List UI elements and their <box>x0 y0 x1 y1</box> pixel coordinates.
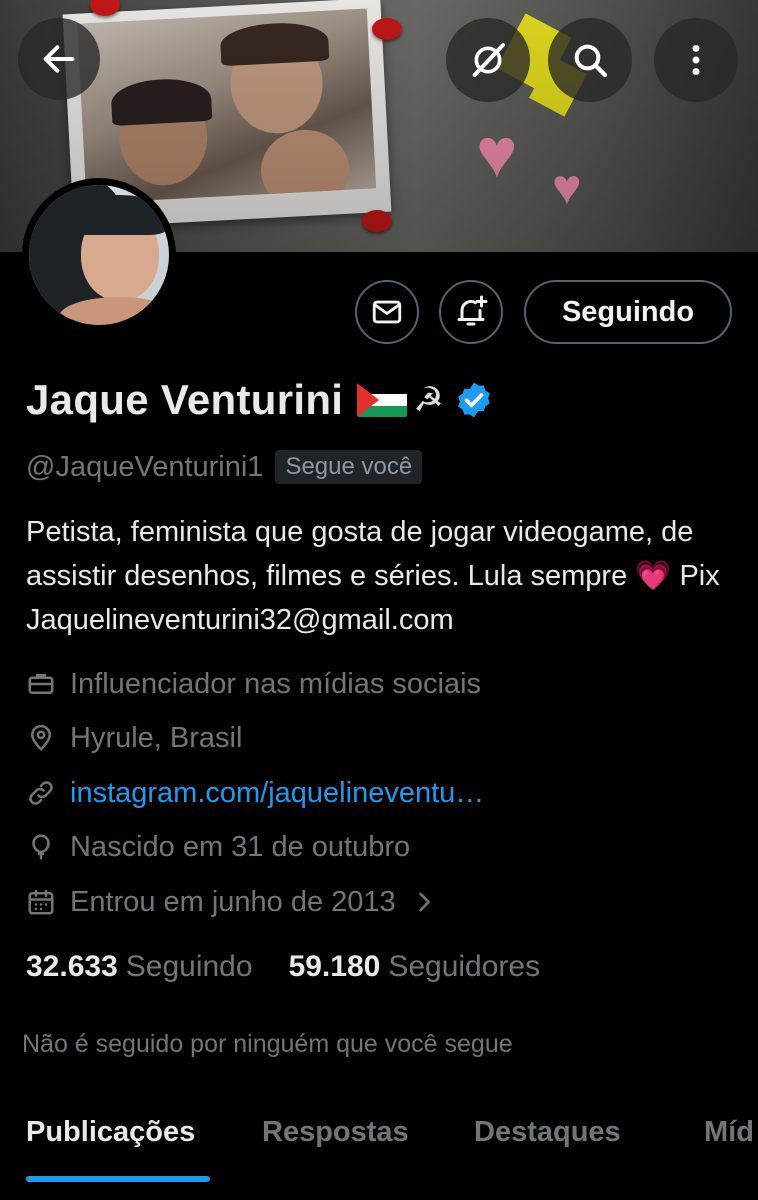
profile-joined[interactable]: Entrou em junho de 2013 <box>26 882 438 922</box>
birthday-text: Nascido em 31 de outubro <box>70 830 411 863</box>
grok-icon <box>472 43 505 77</box>
chevron-right-icon <box>418 892 430 912</box>
verified-badge-icon <box>457 382 490 418</box>
active-tab-indicator <box>26 1176 210 1182</box>
arrow-left-icon <box>43 45 75 73</box>
more-vertical-icon <box>692 44 700 76</box>
profile-birthday: Nascido em 31 de outubro <box>26 827 410 867</box>
more-button[interactable] <box>654 18 738 102</box>
search-icon <box>574 44 608 78</box>
tab-publicacoes[interactable]: Publicações <box>26 1116 195 1149</box>
website-link[interactable]: instagram.com/jaquelineventu… <box>70 777 484 810</box>
profile-tabs: Publicações Respostas Destaques Míd <box>0 1096 758 1200</box>
briefcase-icon <box>26 669 56 699</box>
location-text: Hyrule, Brasil <box>70 721 243 754</box>
following-count: 32.633 <box>26 950 118 983</box>
follow-stats: 32.633 Seguindo 59.180 Seguidores <box>26 946 540 988</box>
notifications-button[interactable] <box>439 280 503 344</box>
profile-category: Influenciador nas mídias sociais <box>26 664 481 704</box>
following-stat[interactable]: 32.633 Seguindo <box>26 950 253 984</box>
followers-label: Seguidores <box>388 950 541 983</box>
following-label: Seguindo <box>125 950 253 983</box>
social-context: Não é seguido por ninguém que você segue <box>22 1030 513 1058</box>
link-icon <box>26 778 56 808</box>
bell-plus-icon <box>457 295 488 326</box>
handle-row: @JaqueVenturini1 Segue você <box>26 448 423 486</box>
followers-stat[interactable]: 59.180 Seguidores <box>289 950 541 984</box>
message-button[interactable] <box>355 280 419 344</box>
username-handle: @JaqueVenturini1 <box>26 450 264 483</box>
following-button-label: Seguindo <box>561 295 695 328</box>
profile-name-row: Jaque Venturini ☭ <box>26 372 494 428</box>
mail-icon <box>372 300 402 324</box>
hammer-sickle-emoji: ☭ <box>413 381 444 419</box>
avatar[interactable] <box>22 178 176 332</box>
search-button[interactable] <box>548 18 632 102</box>
balloon-icon <box>26 832 56 862</box>
profile-bio: Petista, feminista que gosta de jogar vi… <box>26 510 746 642</box>
location-pin-icon <box>26 723 56 753</box>
category-text: Influenciador nas mídias sociais <box>70 667 482 700</box>
display-name: Jaque Venturini <box>26 376 344 423</box>
tab-respostas[interactable]: Respostas <box>262 1116 409 1149</box>
profile-location: Hyrule, Brasil <box>26 718 242 758</box>
back-button[interactable] <box>18 18 100 100</box>
following-button[interactable]: Seguindo <box>524 280 732 344</box>
profile-website[interactable]: instagram.com/jaquelineventu… <box>26 773 484 813</box>
tab-destaques[interactable]: Destaques <box>474 1116 621 1149</box>
palestine-flag-icon <box>357 383 408 417</box>
heart-emoji: 💗 <box>635 560 672 592</box>
grok-button[interactable] <box>446 18 530 102</box>
follows-you-badge: Segue você <box>275 450 423 484</box>
bio-text: Petista, feminista que gosta de jogar vi… <box>26 516 694 592</box>
followers-count: 59.180 <box>288 950 381 983</box>
joined-text: Entrou em junho de 2013 <box>70 885 396 918</box>
tab-midia[interactable]: Míd <box>704 1116 754 1149</box>
calendar-icon <box>26 887 56 917</box>
